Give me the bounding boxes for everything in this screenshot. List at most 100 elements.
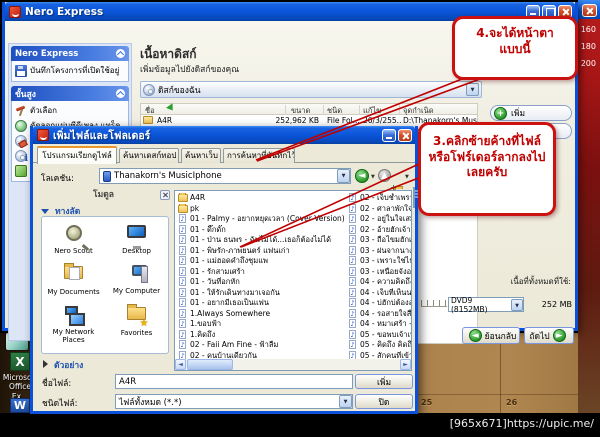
dialog-add-button[interactable]: เพิ่ม <box>355 374 413 389</box>
dialog-minimize-button[interactable] <box>382 128 396 142</box>
back-button[interactable]: ◄ ย้อนกลับ <box>462 327 520 344</box>
disc-combo[interactable]: ดิสก์ของฉัน ▼ <box>140 81 482 98</box>
calendar-day: 25 <box>421 398 433 407</box>
chevron-down-icon[interactable]: ▼ <box>337 169 350 183</box>
place-my-computer[interactable]: My Computer <box>105 260 168 301</box>
place-my-network[interactable]: My Network Places <box>42 301 105 349</box>
word-icon[interactable]: W <box>10 398 30 413</box>
file-item[interactable]: 04 - เจ็บที่เห็นนาน <box>347 287 411 299</box>
file-item[interactable]: 04 - รอสายใจสื่อ <box>347 308 411 320</box>
collapse-icon[interactable] <box>116 89 125 98</box>
chevron-down-icon[interactable]: ▼ <box>466 83 479 96</box>
sidebar-item-save-project[interactable]: บันทึกโครงการที่เปิดใช้อยู่ <box>15 63 128 78</box>
back-dropdown-icon[interactable]: ▼ <box>371 174 375 180</box>
tab-web-search[interactable]: ค้นหาเว็บ <box>181 148 221 163</box>
sidebar-item-options[interactable]: ตัวเลือก <box>15 103 128 118</box>
place-nero-scout[interactable]: Nero Scout <box>42 221 105 260</box>
dialog-close-button[interactable]: ปิด <box>355 394 413 409</box>
background-close-icon[interactable] <box>582 4 597 17</box>
file-item[interactable]: 04 - บ่ฮักบ่ต้องสง <box>347 298 411 309</box>
music-icon <box>179 287 186 297</box>
file-column-2: 02 - เจ็บช้ำเพราะ 02 - ศาลาพักใจ 02 - อย… <box>347 193 411 361</box>
scrollbar-thumb[interactable] <box>187 359 233 370</box>
tab-file-browser[interactable]: โปรแกรมเรียกดูไฟล์ <box>37 146 117 164</box>
place-my-documents[interactable]: My Documents <box>42 260 105 301</box>
file-item[interactable]: 03 - เหนื่อยจังอยา <box>347 266 411 278</box>
dialog-titlebar[interactable]: เพิ่มไฟล์และโฟลเดอร์ <box>33 126 415 144</box>
pane-close-icon[interactable] <box>160 190 170 200</box>
excel-icon[interactable]: X <box>10 352 30 371</box>
file-item[interactable]: 01 - ดึ๊กดั๊ก <box>177 224 345 236</box>
watermark: [965x671]https://upic.me/ <box>449 417 594 430</box>
calendar-day: 26 <box>506 398 518 407</box>
scroll-right-icon[interactable]: ► <box>400 359 411 370</box>
dialog-close-icon[interactable] <box>398 128 412 142</box>
add-files-dialog: เพิ่มไฟล์และโฟลเดอร์ โปรแกรมเรียกดูไฟล์ … <box>30 126 418 414</box>
dialog-tabs: โปรแกรมเรียกดูไฟล์ ค้นหาเดสก์ทอป ค้นหาเว… <box>33 146 415 164</box>
file-item[interactable]: 01 - Palmy - อยากหยุดเวลา (Cover Version… <box>177 214 345 225</box>
file-item[interactable]: 05 - ขอพบเจ้าเที <box>347 329 411 341</box>
cell-modified: 26/3/255... <box>363 116 401 125</box>
music-icon <box>349 256 356 265</box>
place-favorites[interactable]: Favorites <box>105 301 168 349</box>
back-icon[interactable]: ◄ <box>355 169 369 183</box>
file-item[interactable]: 03 - ฝนจากนางฟ้า <box>347 245 411 257</box>
file-item[interactable]: pk <box>177 203 345 215</box>
location-combo[interactable]: Thanakorn's MusicIphone ▼ <box>99 168 351 184</box>
file-item[interactable]: 01 - อยากมีเธอเป็นแฟน <box>177 298 345 309</box>
file-item[interactable]: 02 - ศาลาพักใจ <box>347 203 411 215</box>
file-item[interactable]: A4R <box>177 193 345 204</box>
add-files-button[interactable]: + เพิ่ม <box>490 105 572 121</box>
file-item[interactable]: 02 - อยู่ในใจเสมอ <box>347 214 411 225</box>
music-icon <box>349 224 356 234</box>
file-item[interactable]: 02 - เจ็บช้ำเพราะ <box>347 193 411 204</box>
music-icon <box>349 340 356 349</box>
sort-arrow-icon <box>166 103 176 113</box>
tab-desktop-search[interactable]: ค้นหาเดสก์ทอป <box>119 148 179 163</box>
file-item[interactable]: 1.Always Somewhere <box>177 308 345 320</box>
filename-input[interactable] <box>115 374 353 389</box>
collapse-icon[interactable] <box>116 49 125 58</box>
music-icon <box>349 298 356 307</box>
preview-section[interactable]: ตัวอย่าง <box>43 358 83 372</box>
music-icon <box>179 214 186 223</box>
file-item[interactable]: 04 - หมาเศร้า - แ <box>347 319 411 330</box>
sidebar-panel-advanced[interactable]: ขั้นสูง <box>11 86 129 101</box>
horizontal-scrollbar[interactable]: ◄ ► <box>175 359 411 370</box>
place-desktop[interactable]: Desktop <box>105 221 168 260</box>
views-dropdown-icon[interactable]: ▼ <box>405 174 409 180</box>
file-item[interactable]: 01 - วันที่อกหัก <box>177 277 345 288</box>
next-button[interactable]: ถัดไป ► <box>524 327 574 344</box>
file-item[interactable]: 05 - คิดถึง คิดถึง <box>347 340 411 351</box>
file-item[interactable]: 03 - ถือไขมฮักเขย <box>347 235 411 246</box>
file-item[interactable]: 1.ขอบฟ้า <box>177 319 345 330</box>
file-item[interactable]: 01 - รักสามเศร้า <box>177 266 345 278</box>
views-icon[interactable] <box>413 187 415 208</box>
file-item[interactable]: 03 - เพราะใช่ไหมอ <box>347 256 411 267</box>
file-item[interactable]: 01 - แม่ฮอดคำถึงชุมแพ <box>177 256 345 267</box>
file-item[interactable]: 02 - Faii Am Fine - ฟ้าลืม <box>177 340 345 351</box>
file-item[interactable]: 04 - ความคิดถึงกั <box>347 277 411 288</box>
filename-label: ชื่อไฟล์: <box>42 379 72 389</box>
sidebar-panel-nero[interactable]: Nero Express <box>11 46 129 61</box>
floppy-save-icon <box>15 64 27 77</box>
scroll-left-icon[interactable]: ◄ <box>175 359 186 370</box>
file-list[interactable]: A4R pk 01 - Palmy - อยากหยุดเวลา (Cover … <box>174 190 412 371</box>
up-icon[interactable]: ▲ <box>378 169 391 182</box>
sidebar-panel-body: บันทึกโครงการที่เปิดใช้อยู่ <box>11 61 129 82</box>
location-label: โลเคชัน: <box>41 174 74 184</box>
tab-saved-search[interactable]: การค้นหาที่บันทึกไว้ <box>223 148 295 163</box>
file-item[interactable]: 01 - ป่าน ธนพร - ฉันไม่ได้...เธอก็ต้องไม… <box>177 235 345 246</box>
file-item[interactable]: 01 - ให้รักเดินทางมาเจอกัน <box>177 287 345 299</box>
my-documents-icon <box>64 265 83 279</box>
arrow-right-icon: ► <box>552 329 566 342</box>
triangle-right-icon <box>43 360 48 368</box>
filetype-select[interactable]: ไฟล์ทั้งหมด (*.*) ▼ <box>115 394 353 409</box>
callout-step3: 3.คลิกซ้ายค้างที่ไฟล์ หรือโฟร์เดอร์ลากลง… <box>418 122 556 216</box>
file-item[interactable]: 01 - พิษรัก-ภาพยนตร์ แฟนเก่า <box>177 245 345 257</box>
table-header[interactable]: ชื่อ ขนาด ชนิด แก้ไข จุดกำเนิด <box>140 103 478 115</box>
dialog-title: เพิ่มไฟล์และโฟลเดอร์ <box>53 129 151 142</box>
file-item[interactable]: 02 - อ้ายฮักเจ้าเด้ <box>347 224 411 236</box>
arrow-left-icon: ◄ <box>468 329 482 342</box>
file-item[interactable]: 1.คิดถึง <box>177 329 345 341</box>
